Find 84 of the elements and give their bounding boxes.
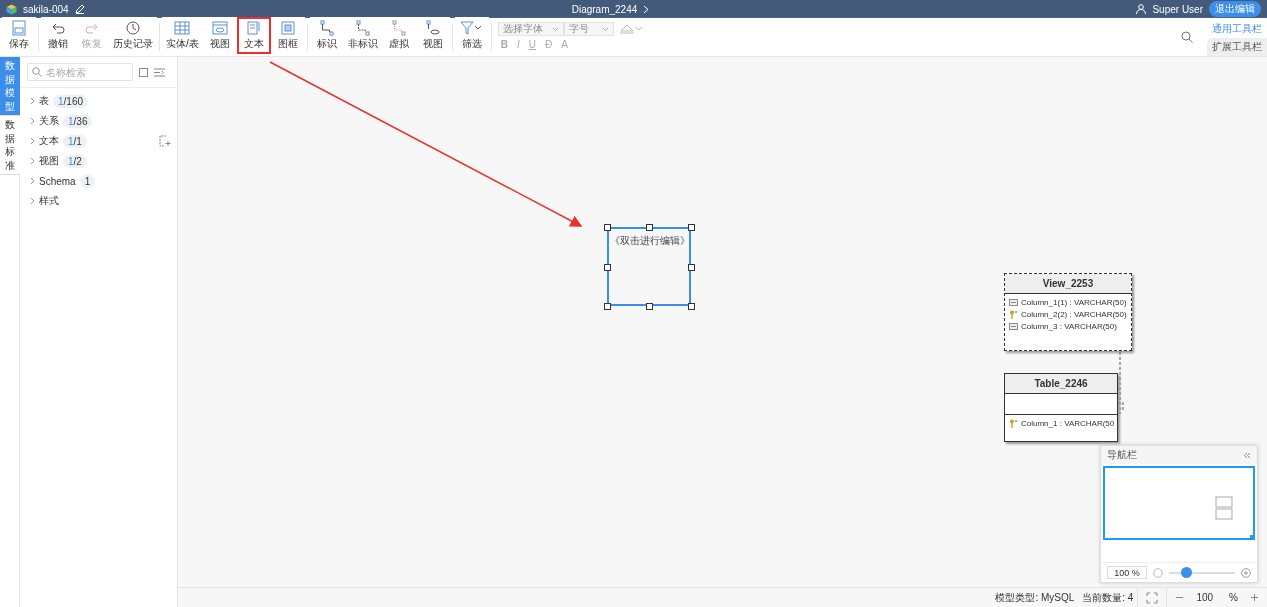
filter-icon: [459, 19, 484, 36]
resize-handle[interactable]: [646, 224, 653, 231]
view-title: View_2253: [1005, 274, 1131, 294]
minimap-drawing: [1215, 496, 1235, 520]
resize-handle[interactable]: [646, 303, 653, 310]
navigator-viewport[interactable]: [1103, 466, 1255, 540]
collapse-icon[interactable]: [1243, 451, 1251, 459]
chevron-down-icon: [551, 26, 559, 32]
model-type-text: 模型类型: MySQL: [994, 590, 1076, 605]
relation-icon: [318, 19, 335, 36]
zoom-out-icon[interactable]: [1153, 567, 1163, 578]
resize-handle[interactable]: [1250, 535, 1255, 540]
navigator-title: 导航栏: [1107, 448, 1137, 462]
tree-item-label[interactable]: 样式: [39, 194, 59, 208]
connector-line: [1118, 352, 1124, 414]
chevron-right-icon[interactable]: [30, 117, 35, 125]
object-count-text: 当前数量: 4: [1081, 590, 1135, 605]
chevron-right-icon[interactable]: [30, 197, 35, 205]
column-text: Column_1(1) : VARCHAR(50): [1021, 298, 1127, 307]
resize-handle[interactable]: [604, 303, 611, 310]
fill-color-icon[interactable]: [618, 23, 643, 35]
column-text: Column_1 : VARCHAR(50: [1021, 419, 1115, 428]
slider-thumb[interactable]: [1180, 566, 1192, 578]
table-title: Table_2246: [1005, 374, 1117, 394]
user-icon: [1136, 4, 1147, 14]
zoom-field[interactable]: 100 %: [1107, 566, 1147, 579]
checkbox[interactable]: [139, 67, 148, 77]
tree-item-label[interactable]: 文本: [39, 134, 59, 148]
view-icon: [211, 19, 228, 36]
chevron-right-icon[interactable]: [30, 137, 35, 145]
count-badge: 1/1: [63, 134, 87, 148]
history-icon: [125, 19, 141, 36]
zoom-in-icon[interactable]: [1241, 567, 1251, 578]
resize-handle[interactable]: [688, 224, 695, 231]
view-node[interactable]: View_2253 Column_1(1) : VARCHAR(50) Column_2(2) : VARCHAR(50) Column_3 : VARCHAR(50): [1004, 273, 1132, 351]
resize-handle[interactable]: [604, 264, 611, 271]
plus-icon[interactable]: [1250, 593, 1259, 602]
save-icon: [11, 19, 27, 36]
resize-handle[interactable]: [688, 264, 695, 271]
relation-icon: [390, 19, 407, 36]
count-badge: 1/160: [53, 94, 89, 108]
tree-item-label[interactable]: Schema: [39, 175, 76, 187]
search-field[interactable]: 名称检索: [27, 63, 133, 81]
tree-item-label[interactable]: 关系: [39, 114, 59, 128]
column-text: Column_3 : VARCHAR(50): [1021, 322, 1117, 331]
project-name: sakila-004: [23, 3, 69, 15]
resize-handle[interactable]: [604, 224, 611, 231]
font-size-select[interactable]: 字号: [563, 22, 614, 36]
table-icon: [174, 19, 191, 36]
fit-screen-icon[interactable]: [1146, 591, 1159, 604]
column-text: Column_2(2) : VARCHAR(50): [1021, 310, 1127, 319]
note-text: 《双击进行编辑》: [610, 234, 690, 248]
count-badge: 1/36: [63, 114, 93, 128]
count-badge: 1/2: [63, 154, 87, 168]
user-name[interactable]: Super User: [1152, 3, 1203, 15]
chevron-down-icon: [601, 26, 609, 32]
cube-logo-icon: [6, 3, 17, 15]
add-icon[interactable]: [159, 135, 171, 147]
chevron-right-icon[interactable]: [30, 177, 35, 185]
edit-icon[interactable]: [74, 4, 85, 14]
list-settings-icon[interactable]: [154, 67, 165, 77]
frame-icon: [279, 19, 296, 36]
table-node[interactable]: Table_2246 Column_1 : VARCHAR(50: [1004, 373, 1118, 442]
key-icon: [1009, 419, 1018, 428]
search-icon[interactable]: [1181, 31, 1193, 43]
chevron-right-icon[interactable]: [30, 157, 35, 165]
field-icon: [1009, 299, 1018, 306]
tree-item-label[interactable]: 表: [39, 94, 49, 108]
relation-icon: [354, 19, 371, 36]
tree-item-label[interactable]: 视图: [39, 154, 59, 168]
side-tab[interactable]: 数据标准: [0, 116, 20, 175]
diagram-name[interactable]: Diagram_2244: [571, 3, 638, 15]
relation-icon: [424, 19, 441, 36]
count-badge: 1: [79, 174, 96, 188]
font-select[interactable]: 选择字体: [497, 22, 564, 36]
resize-handle[interactable]: [688, 303, 695, 310]
key-icon: [1009, 310, 1018, 319]
zoom-unit: %: [1228, 592, 1239, 603]
zoom-value: 100: [1195, 592, 1215, 603]
chevron-right-icon[interactable]: [30, 97, 35, 105]
document-icon: [245, 19, 262, 36]
search-icon: [32, 67, 42, 77]
toolbar-tab[interactable]: 扩展工具栏: [1207, 38, 1267, 56]
field-icon: [1009, 323, 1018, 330]
